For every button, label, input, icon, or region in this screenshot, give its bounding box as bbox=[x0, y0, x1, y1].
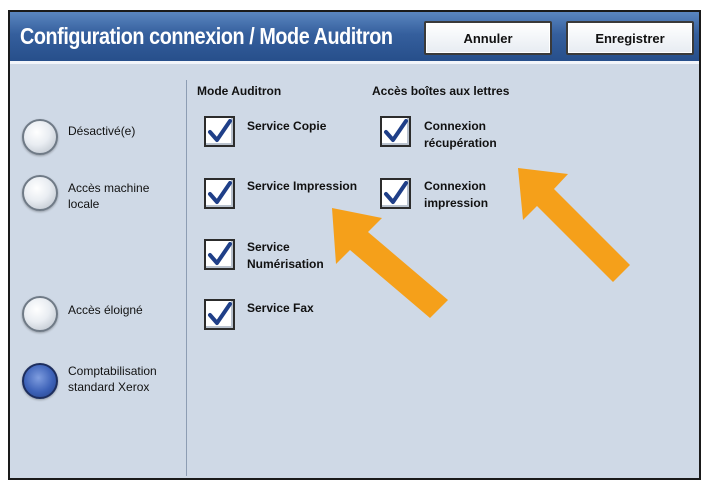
radio-xerox-standard-accounting[interactable] bbox=[22, 363, 58, 399]
radio-remote-access-label: Accès éloigné bbox=[68, 303, 143, 317]
arrow-icon bbox=[332, 208, 448, 318]
radio-local-access-label: Accès machine locale bbox=[68, 181, 150, 211]
print-service-label: Service Impression bbox=[247, 179, 358, 193]
radio-disabled[interactable] bbox=[22, 119, 58, 155]
checkmark-icon bbox=[208, 242, 232, 265]
radio-remote-access[interactable] bbox=[22, 296, 58, 332]
checkmark-icon bbox=[384, 119, 408, 142]
cancel-button[interactable]: Annuler bbox=[424, 21, 552, 55]
scan-service-checkbox[interactable] bbox=[204, 239, 235, 270]
auditron-screen: Configuration connexion / Mode Auditron … bbox=[8, 10, 701, 480]
save-button[interactable]: Enregistrer bbox=[566, 21, 694, 55]
radio-disabled-label: Désactivé(e) bbox=[68, 124, 136, 138]
copy-service-checkbox[interactable] bbox=[204, 116, 235, 147]
radio-local-access[interactable] bbox=[22, 175, 58, 211]
fax-service-checkbox[interactable] bbox=[204, 299, 235, 330]
column-divider bbox=[186, 80, 187, 476]
checkmark-icon bbox=[208, 181, 232, 204]
mailbox-access-heading: Accès boîtes aux lettres bbox=[372, 84, 510, 98]
title-bar: Configuration connexion / Mode Auditron … bbox=[10, 12, 699, 64]
retrieval-login-checkbox[interactable] bbox=[380, 116, 411, 147]
scan-service-label: Service Numérisation bbox=[247, 240, 324, 271]
print-service-checkbox[interactable] bbox=[204, 178, 235, 209]
fax-service-label: Service Fax bbox=[247, 301, 314, 315]
checkmark-icon bbox=[208, 302, 232, 325]
arrow-icon bbox=[518, 168, 630, 282]
copy-service-label: Service Copie bbox=[247, 119, 327, 133]
radio-xerox-standard-accounting-label: Comptabilisation standard Xerox bbox=[68, 364, 157, 394]
checkmark-icon bbox=[208, 119, 232, 142]
retrieval-login-label: Connexion récupération bbox=[424, 119, 497, 150]
auditron-heading: Mode Auditron bbox=[197, 84, 282, 98]
page-title: Configuration connexion / Mode Auditron bbox=[20, 23, 393, 49]
